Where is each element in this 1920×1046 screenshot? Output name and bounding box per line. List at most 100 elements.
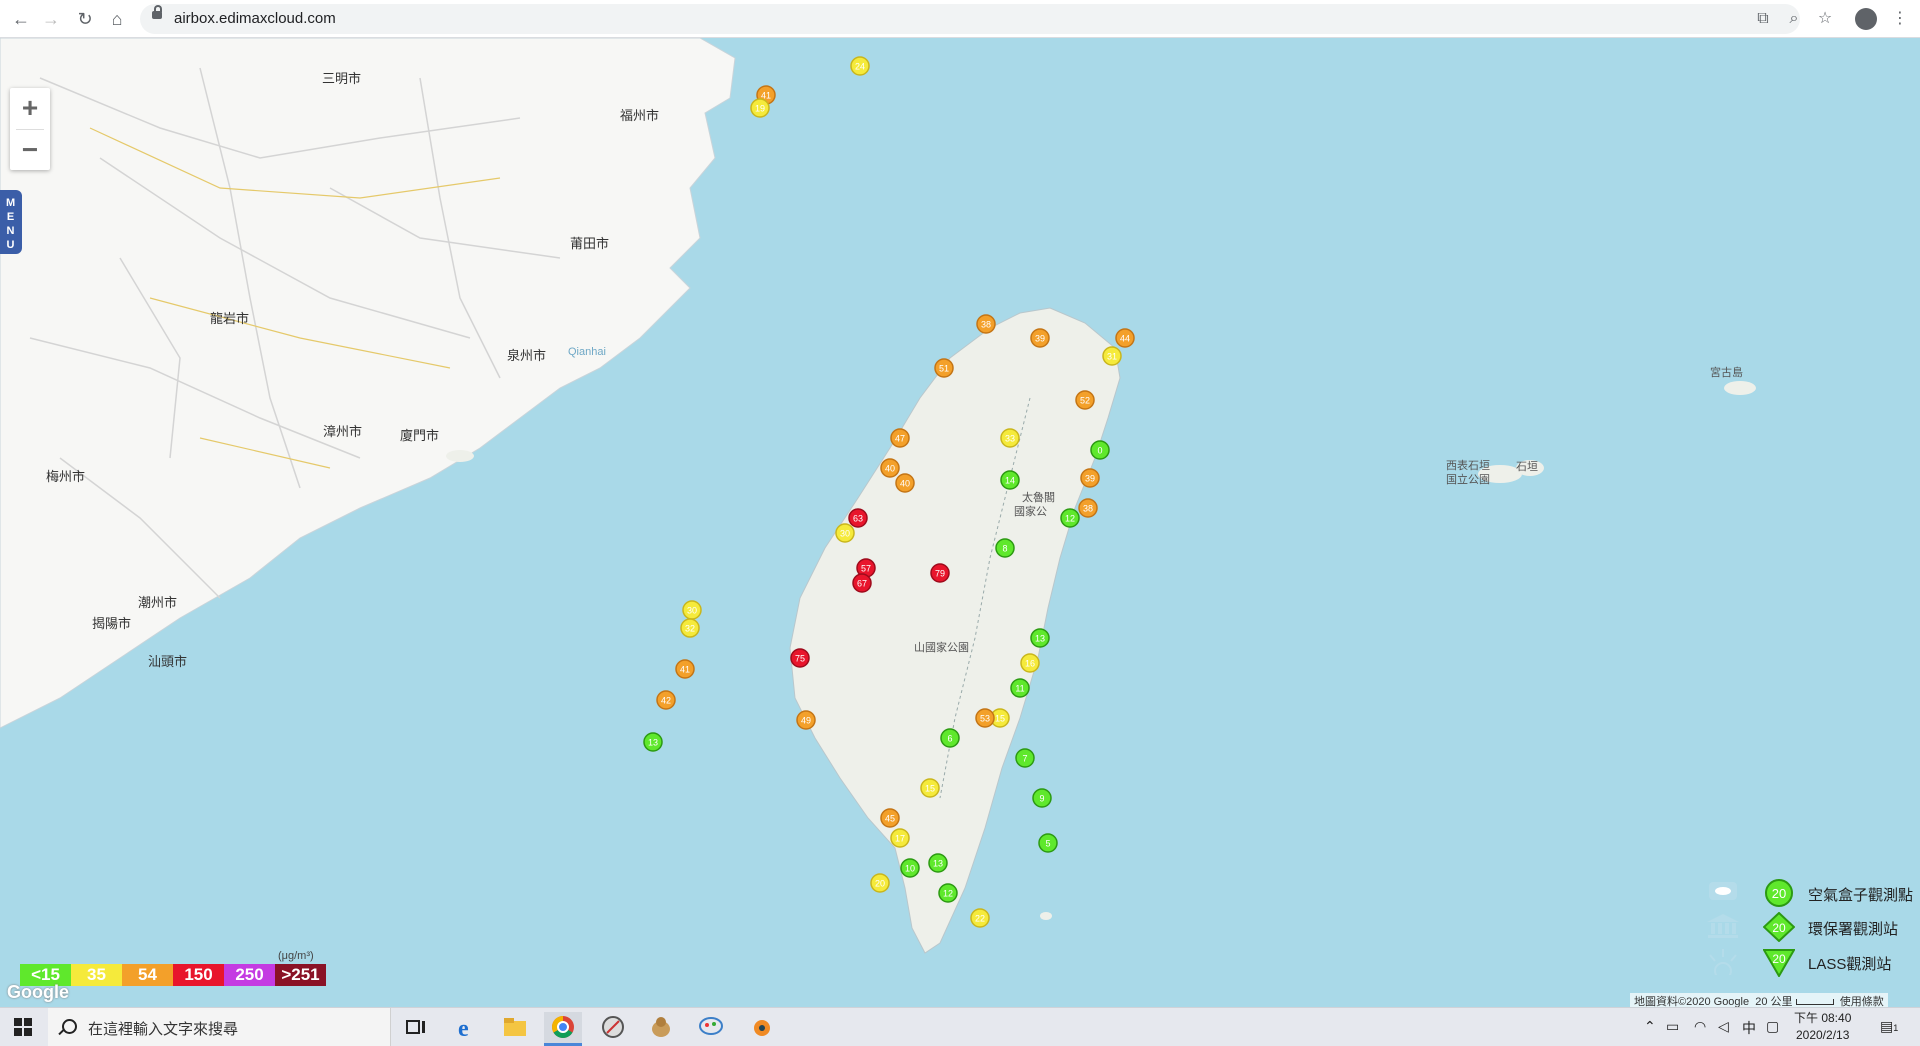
station-marker[interactable]: 19 [750,98,770,118]
map-canvas[interactable]: 24 41 19 51 38 39 33 13 41 42 30 32 44 31 52 79 57 75 49 39… [0,38,1920,1007]
legend-symbol-value: 20 [1772,886,1786,901]
station-marker[interactable]: 63 [848,508,868,528]
home-icon[interactable]: ⌂ [104,7,130,31]
battery-icon[interactable]: ▭ [1666,1018,1679,1035]
station-value: 10 [905,864,915,874]
task-view-icon[interactable] [396,1012,434,1043]
station-marker[interactable]: 11 [1010,678,1030,698]
station-marker[interactable]: 13 [1030,628,1050,648]
station-marker[interactable]: 47 [890,428,910,448]
legend-diamond-symbol: 20 [1763,912,1795,942]
station-value: 13 [933,859,943,869]
notification-icon[interactable]: ▤1 [1880,1018,1898,1035]
aqi-scale-item: >251 [275,964,326,986]
station-marker[interactable]: 32 [680,618,700,638]
chrome-browser-icon[interactable] [544,1012,582,1046]
station-marker[interactable]: 13 [643,732,663,752]
station-marker[interactable]: 24 [850,56,870,76]
station-marker[interactable]: 30 [682,600,702,620]
tray-chevron-icon[interactable]: ⌃ [1644,1018,1656,1035]
station-value: 0 [1097,446,1102,456]
station-marker[interactable]: 5 [1038,833,1058,853]
reload-icon[interactable]: ↻ [72,7,98,31]
file-explorer-icon[interactable] [496,1012,534,1043]
windows-start-icon[interactable] [14,1018,32,1036]
input-mode-icon[interactable]: ▢ [1766,1018,1779,1035]
taskbar-search-box[interactable]: 在這裡輸入文字來搜尋 [48,1008,391,1046]
station-marker[interactable]: 75 [790,648,810,668]
wifi-icon[interactable]: ◠ [1694,1018,1706,1035]
station-value: 41 [680,665,690,675]
station-marker[interactable]: 45 [880,808,900,828]
star-icon[interactable]: ☆ [1814,8,1836,30]
aqi-scale-item: 54 [122,964,173,986]
url-text: airbox.edimaxcloud.com [174,10,336,27]
station-marker[interactable]: 20 [870,873,890,893]
legend-row-airbox[interactable]: 20 空氣盒子觀測點 [1705,878,1920,908]
station-marker[interactable]: 52 [1075,390,1095,410]
station-marker[interactable]: 79 [930,563,950,583]
station-type-legend: 20 空氣盒子觀測點 20 環保署觀測站 20 LASS觀測站 [1705,878,1920,988]
station-marker[interactable]: 17 [890,828,910,848]
station-value: 75 [795,654,805,664]
station-marker[interactable]: 53 [975,708,995,728]
translate-icon[interactable]: ⧉ [1752,8,1774,30]
station-value: 24 [855,62,865,72]
station-marker[interactable]: 39 [1030,328,1050,348]
station-marker[interactable]: 38 [1078,498,1098,518]
zoom-in-button[interactable]: + [10,88,50,128]
legend-row-lass[interactable]: 20 LASS觀測站 [1705,947,1920,977]
station-marker[interactable]: 8 [995,538,1015,558]
station-marker[interactable]: 6 [940,728,960,748]
station-marker[interactable]: 10 [900,858,920,878]
station-marker[interactable]: 16 [1020,653,1040,673]
legend-label-epa: 環保署觀測站 [1808,921,1899,938]
station-marker[interactable]: 22 [970,908,990,928]
volume-icon[interactable]: ◁ [1718,1018,1729,1035]
system-clock[interactable]: 下午 08:40 2020/2/13 [1794,1010,1851,1044]
google-logo: Google [7,982,69,1002]
animal-app-icon[interactable] [642,1012,680,1043]
station-marker[interactable]: 30 [835,523,855,543]
station-marker[interactable]: 38 [976,314,996,334]
epa-building-icon [1707,914,1739,938]
station-marker[interactable]: 14 [1000,470,1020,490]
station-marker[interactable]: 67 [852,573,872,593]
menu-tab-button[interactable]: MENU [0,190,22,254]
edge-browser-icon[interactable]: e [448,1012,486,1043]
ime-indicator[interactable]: 中 [1742,1018,1756,1038]
menu-kebab-icon[interactable]: ⋮ [1892,8,1908,28]
legend-row-epa[interactable]: 20 環保署觀測站 [1705,912,1920,942]
station-marker[interactable]: 42 [656,690,676,710]
station-marker[interactable]: 9 [1032,788,1052,808]
station-marker[interactable]: 40 [880,458,900,478]
terms-link[interactable]: 使用條款 [1840,996,1884,1007]
station-marker[interactable]: 40 [895,473,915,493]
station-marker[interactable]: 49 [796,710,816,730]
forward-arrow-icon[interactable]: → [38,7,64,31]
browser-toolbar: ← → ↻ ⌂ airbox.edimaxcloud.com ⧉ ⌕ ☆ ⋮ [0,0,1920,38]
blender-app-icon[interactable] [742,1012,780,1043]
station-value: 5 [1045,839,1050,849]
profile-icon[interactable] [1855,8,1877,30]
station-value: 30 [687,606,697,616]
station-marker[interactable]: 44 [1115,328,1135,348]
station-marker[interactable]: 13 [928,853,948,873]
station-marker[interactable]: 39 [1080,468,1100,488]
station-marker[interactable]: 31 [1102,346,1122,366]
station-marker[interactable]: 33 [1000,428,1020,448]
station-marker[interactable]: 41 [675,659,695,679]
station-marker[interactable]: 15 [920,778,940,798]
compass-app-icon[interactable] [594,1012,632,1043]
zoom-out-button[interactable]: − [10,130,50,170]
back-arrow-icon[interactable]: ← [8,7,34,31]
zoom-icon[interactable]: ⌕ [1783,8,1805,30]
station-marker[interactable]: 7 [1015,748,1035,768]
clock-date: 2020/2/13 [1795,1028,1850,1042]
station-marker[interactable]: 12 [1060,508,1080,528]
station-marker[interactable]: 0 [1090,440,1110,460]
address-bar[interactable]: airbox.edimaxcloud.com [140,4,1800,34]
station-marker[interactable]: 51 [934,358,954,378]
station-marker[interactable]: 12 [938,883,958,903]
paint-app-icon[interactable] [692,1012,730,1043]
